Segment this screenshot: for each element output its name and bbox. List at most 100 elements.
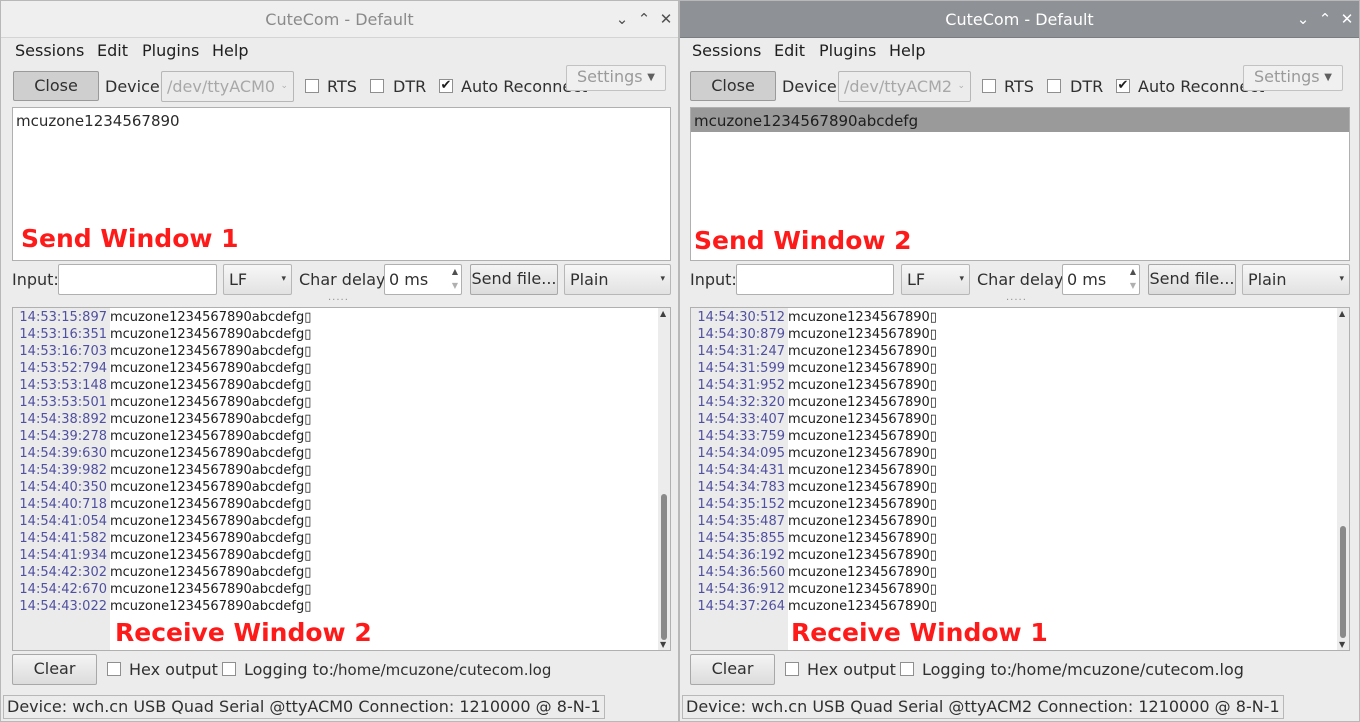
receive-output-box[interactable]: 14:53:15:897 mcuzone1234567890abcdefg▯ 14:… (12, 307, 671, 651)
log-message: mcuzone1234567890abcdefg▯ (110, 412, 312, 427)
splitter-handle[interactable]: ..... (328, 292, 349, 303)
menu-sessions[interactable]: Sessions (692, 41, 761, 60)
maximize-icon[interactable]: ⌃ (636, 10, 652, 28)
rts-checkbox[interactable] (305, 79, 319, 93)
log-timestamp: 14:53:16:703 (19, 344, 107, 359)
send-history-item[interactable]: mcuzone1234567890 (16, 112, 180, 130)
log-timestamp: 14:54:36:912 (697, 582, 785, 597)
format-select[interactable]: Plain ▾ (564, 264, 671, 295)
device-select[interactable]: /dev/ttyACM0 ⌄ (161, 71, 294, 102)
send-history-box[interactable]: mcuzone1234567890abcdefg Send Window 2 (690, 107, 1350, 261)
log-timestamp: 14:54:39:630 (19, 446, 107, 461)
line-ending-value: LF (229, 270, 248, 289)
title-bar[interactable]: CuteCom - Default ⌄ ⌃ ✕ (1, 1, 678, 38)
settings-button[interactable]: Settings ▼ (566, 65, 666, 91)
char-delay-label: Char delay: (299, 270, 390, 289)
format-value: Plain (1248, 270, 1287, 289)
chevron-down-icon[interactable]: ▼ (660, 640, 666, 649)
caret-up-icon[interactable]: ▲ (1339, 309, 1345, 318)
menu-help[interactable]: Help (889, 41, 925, 60)
dtr-checkbox[interactable] (1047, 79, 1061, 93)
dtr-checkbox[interactable] (370, 79, 384, 93)
logging-checkbox[interactable] (222, 662, 236, 676)
spin-down-icon[interactable]: ▼ (452, 271, 458, 300)
receive-output-box[interactable]: 14:54:30:512 mcuzone1234567890▯ 14:54:30:8… (690, 307, 1350, 651)
rts-label: RTS (327, 77, 357, 96)
scrollbar-thumb[interactable] (1340, 526, 1346, 638)
settings-button[interactable]: Settings ▼ (1243, 65, 1343, 91)
log-line: 14:54:41:934 mcuzone1234567890abcdefg▯ (13, 547, 311, 564)
log-line: 14:53:15:897 mcuzone1234567890abcdefg▯ (13, 309, 311, 326)
vertical-scrollbar[interactable]: ▲ ▼ (658, 308, 670, 650)
log-message: mcuzone1234567890▯ (788, 582, 937, 597)
menu-plugins[interactable]: Plugins (142, 41, 199, 60)
menu-edit[interactable]: Edit (97, 41, 128, 60)
device-select[interactable]: /dev/ttyACM2 ⌄ (838, 71, 971, 102)
title-bar[interactable]: CuteCom - Default ⌄ ⌃ ✕ (680, 1, 1359, 38)
logging-checkbox[interactable] (900, 662, 914, 676)
log-timestamp: 14:54:31:599 (697, 361, 785, 376)
menu-bar: Sessions Edit Plugins Help (680, 38, 1359, 64)
input-field[interactable] (58, 264, 217, 295)
minimize-icon[interactable]: ⌄ (614, 10, 630, 28)
auto-reconnect-checkbox[interactable]: ✔ (1116, 79, 1130, 93)
log-line: 14:54:34:431 mcuzone1234567890▯ (691, 462, 937, 479)
window-title: CuteCom - Default (945, 10, 1094, 29)
char-delay-spinbox[interactable]: 0 ms ▲ ▼ (1062, 264, 1140, 295)
device-value: /dev/ttyACM2 (844, 77, 953, 96)
hex-output-checkbox[interactable] (785, 662, 799, 676)
log-line: 14:54:37:264 mcuzone1234567890▯ (691, 598, 937, 615)
line-ending-select[interactable]: LF ▾ (223, 264, 292, 295)
close-port-button[interactable]: Close (13, 71, 99, 101)
dropdown-arrow-icon: ⌄ (280, 81, 288, 91)
line-ending-select[interactable]: LF ▾ (901, 264, 970, 295)
send-history-item-selected[interactable]: mcuzone1234567890abcdefg (691, 108, 1349, 132)
log-timestamp: 14:53:53:148 (19, 378, 107, 393)
log-message: mcuzone1234567890abcdefg▯ (110, 480, 312, 495)
log-line: 14:53:52:794 mcuzone1234567890abcdefg▯ (13, 360, 311, 377)
log-message: mcuzone1234567890abcdefg▯ (110, 599, 312, 614)
clear-button[interactable]: Clear (12, 654, 97, 685)
close-icon[interactable]: ✕ (1339, 10, 1355, 28)
maximize-icon[interactable]: ⌃ (1317, 10, 1333, 28)
chevron-down-icon[interactable]: ▼ (1339, 640, 1345, 649)
menu-sessions[interactable]: Sessions (15, 41, 84, 60)
clear-button[interactable]: Clear (690, 654, 775, 685)
send-window-annotation: Send Window 2 (694, 226, 912, 255)
vertical-scrollbar[interactable]: ▲ ▼ (1337, 308, 1349, 650)
log-line: 14:54:39:982 mcuzone1234567890abcdefg▯ (13, 462, 311, 479)
menu-bar: Sessions Edit Plugins Help (1, 38, 678, 64)
log-message: mcuzone1234567890▯ (788, 599, 937, 614)
send-file-button[interactable]: Send file... (470, 264, 558, 295)
minimize-icon[interactable]: ⌄ (1295, 10, 1311, 28)
close-port-button[interactable]: Close (690, 71, 776, 101)
menu-plugins[interactable]: Plugins (819, 41, 876, 60)
input-field[interactable] (736, 264, 894, 295)
log-message: mcuzone1234567890abcdefg▯ (110, 429, 312, 444)
checkmark-icon: ✔ (440, 78, 452, 93)
send-file-button[interactable]: Send file... (1148, 264, 1236, 295)
caret-up-icon[interactable]: ▲ (660, 309, 666, 318)
send-history-box[interactable]: mcuzone1234567890 Send Window 1 (12, 107, 671, 261)
spin-down-icon[interactable]: ▼ (1130, 271, 1136, 300)
menu-help[interactable]: Help (212, 41, 248, 60)
log-line: 14:54:40:718 mcuzone1234567890abcdefg▯ (13, 496, 311, 513)
log-message: mcuzone1234567890▯ (788, 565, 937, 580)
splitter-handle[interactable]: ..... (1006, 292, 1027, 303)
char-delay-spinbox[interactable]: 0 ms ▲ ▼ (384, 264, 462, 295)
log-line: 14:54:32:320 mcuzone1234567890▯ (691, 394, 937, 411)
log-message: mcuzone1234567890▯ (788, 463, 937, 478)
rts-checkbox[interactable] (982, 79, 996, 93)
log-timestamp: 14:54:40:718 (19, 497, 107, 512)
log-timestamp: 14:54:42:302 (19, 565, 107, 580)
log-timestamp: 14:54:30:879 (697, 327, 785, 342)
log-message: mcuzone1234567890abcdefg▯ (110, 361, 312, 376)
menu-edit[interactable]: Edit (774, 41, 805, 60)
hex-output-checkbox[interactable] (107, 662, 121, 676)
log-line: 14:53:53:501 mcuzone1234567890abcdefg▯ (13, 394, 311, 411)
close-icon[interactable]: ✕ (658, 10, 674, 28)
auto-reconnect-checkbox[interactable]: ✔ (439, 79, 453, 93)
format-select[interactable]: Plain ▾ (1242, 264, 1350, 295)
device-value: /dev/ttyACM0 (167, 77, 276, 96)
scrollbar-thumb[interactable] (661, 494, 667, 640)
